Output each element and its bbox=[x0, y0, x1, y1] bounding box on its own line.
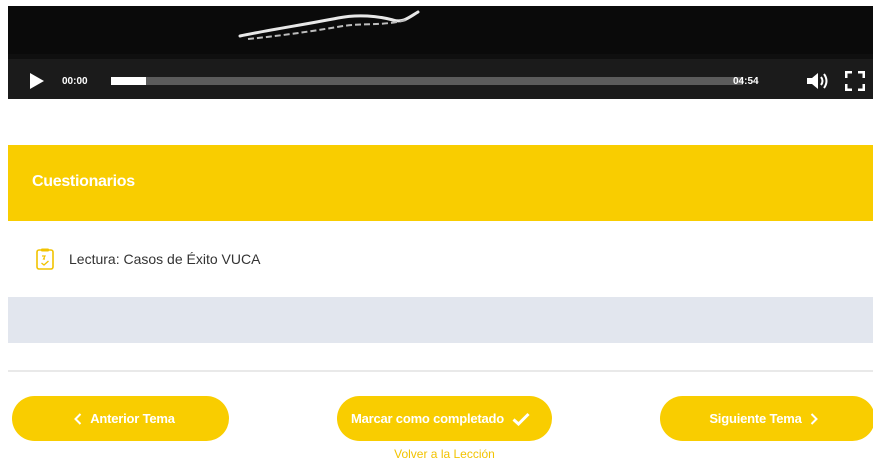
mark-complete-label: Marcar como completado bbox=[350, 411, 505, 426]
previous-topic-button[interactable]: Anterior Tema bbox=[12, 396, 229, 441]
seek-bar-progress bbox=[111, 77, 146, 85]
video-scribble-graphic bbox=[238, 10, 420, 40]
video-frame[interactable] bbox=[8, 6, 873, 54]
mark-complete-button[interactable]: Marcar como completado bbox=[337, 396, 552, 441]
next-topic-button[interactable]: Siguiente Tema bbox=[660, 396, 873, 441]
quiz-header: Cuestionarios bbox=[8, 145, 873, 221]
quiz-list-item[interactable]: Lectura: Casos de Éxito VUCA bbox=[8, 221, 873, 297]
quiz-document-icon bbox=[36, 248, 54, 270]
video-player[interactable]: 00:00 04:54 bbox=[8, 6, 873, 99]
quiz-section-title: Cuestionarios bbox=[32, 173, 135, 190]
volume-icon[interactable] bbox=[806, 72, 830, 90]
checkmark-icon bbox=[512, 412, 530, 426]
section-divider bbox=[8, 370, 873, 372]
back-to-lesson-link[interactable]: Volver a la Lección bbox=[337, 447, 552, 461]
next-topic-label: Siguiente Tema bbox=[709, 411, 802, 426]
total-time: 04:54 bbox=[733, 76, 759, 87]
quiz-item-label: Lectura: Casos de Éxito VUCA bbox=[69, 251, 261, 267]
player-controls: 00:00 04:54 bbox=[8, 59, 873, 99]
fullscreen-icon[interactable] bbox=[845, 71, 865, 91]
current-time: 00:00 bbox=[62, 76, 88, 87]
chevron-left-icon bbox=[74, 412, 82, 425]
play-icon[interactable] bbox=[29, 72, 45, 90]
seek-bar[interactable] bbox=[111, 77, 743, 85]
quiz-section: Cuestionarios Lectura: Casos de Éxito VU… bbox=[8, 145, 873, 343]
lesson-topic-page: 00:00 04:54 Cuestionarios Lectura: Casos… bbox=[0, 0, 873, 463]
previous-topic-label: Anterior Tema bbox=[90, 411, 175, 426]
chevron-right-icon bbox=[810, 412, 818, 425]
